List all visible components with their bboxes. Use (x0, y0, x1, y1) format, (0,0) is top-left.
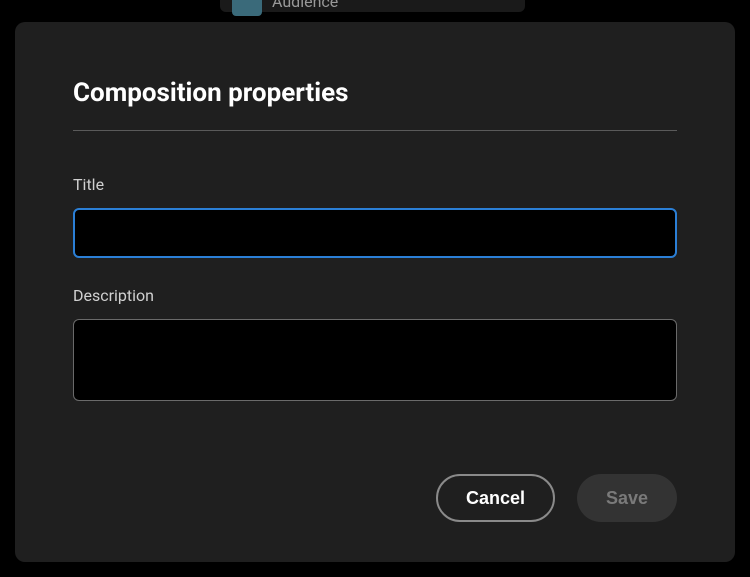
cancel-button[interactable]: Cancel (436, 474, 555, 522)
dialog-title: Composition properties (73, 78, 677, 108)
description-input[interactable] (73, 319, 677, 401)
background-audience-chip: Audience (220, 0, 525, 12)
description-label: Description (73, 286, 677, 305)
title-input[interactable] (73, 208, 677, 258)
save-button[interactable]: Save (577, 474, 677, 522)
divider (73, 130, 677, 131)
audience-chip-label: Audience (272, 0, 338, 11)
title-label: Title (73, 175, 677, 194)
composition-properties-dialog: Composition properties Title Description… (15, 22, 735, 562)
audience-icon (232, 0, 262, 16)
button-row: Cancel Save (73, 434, 677, 522)
